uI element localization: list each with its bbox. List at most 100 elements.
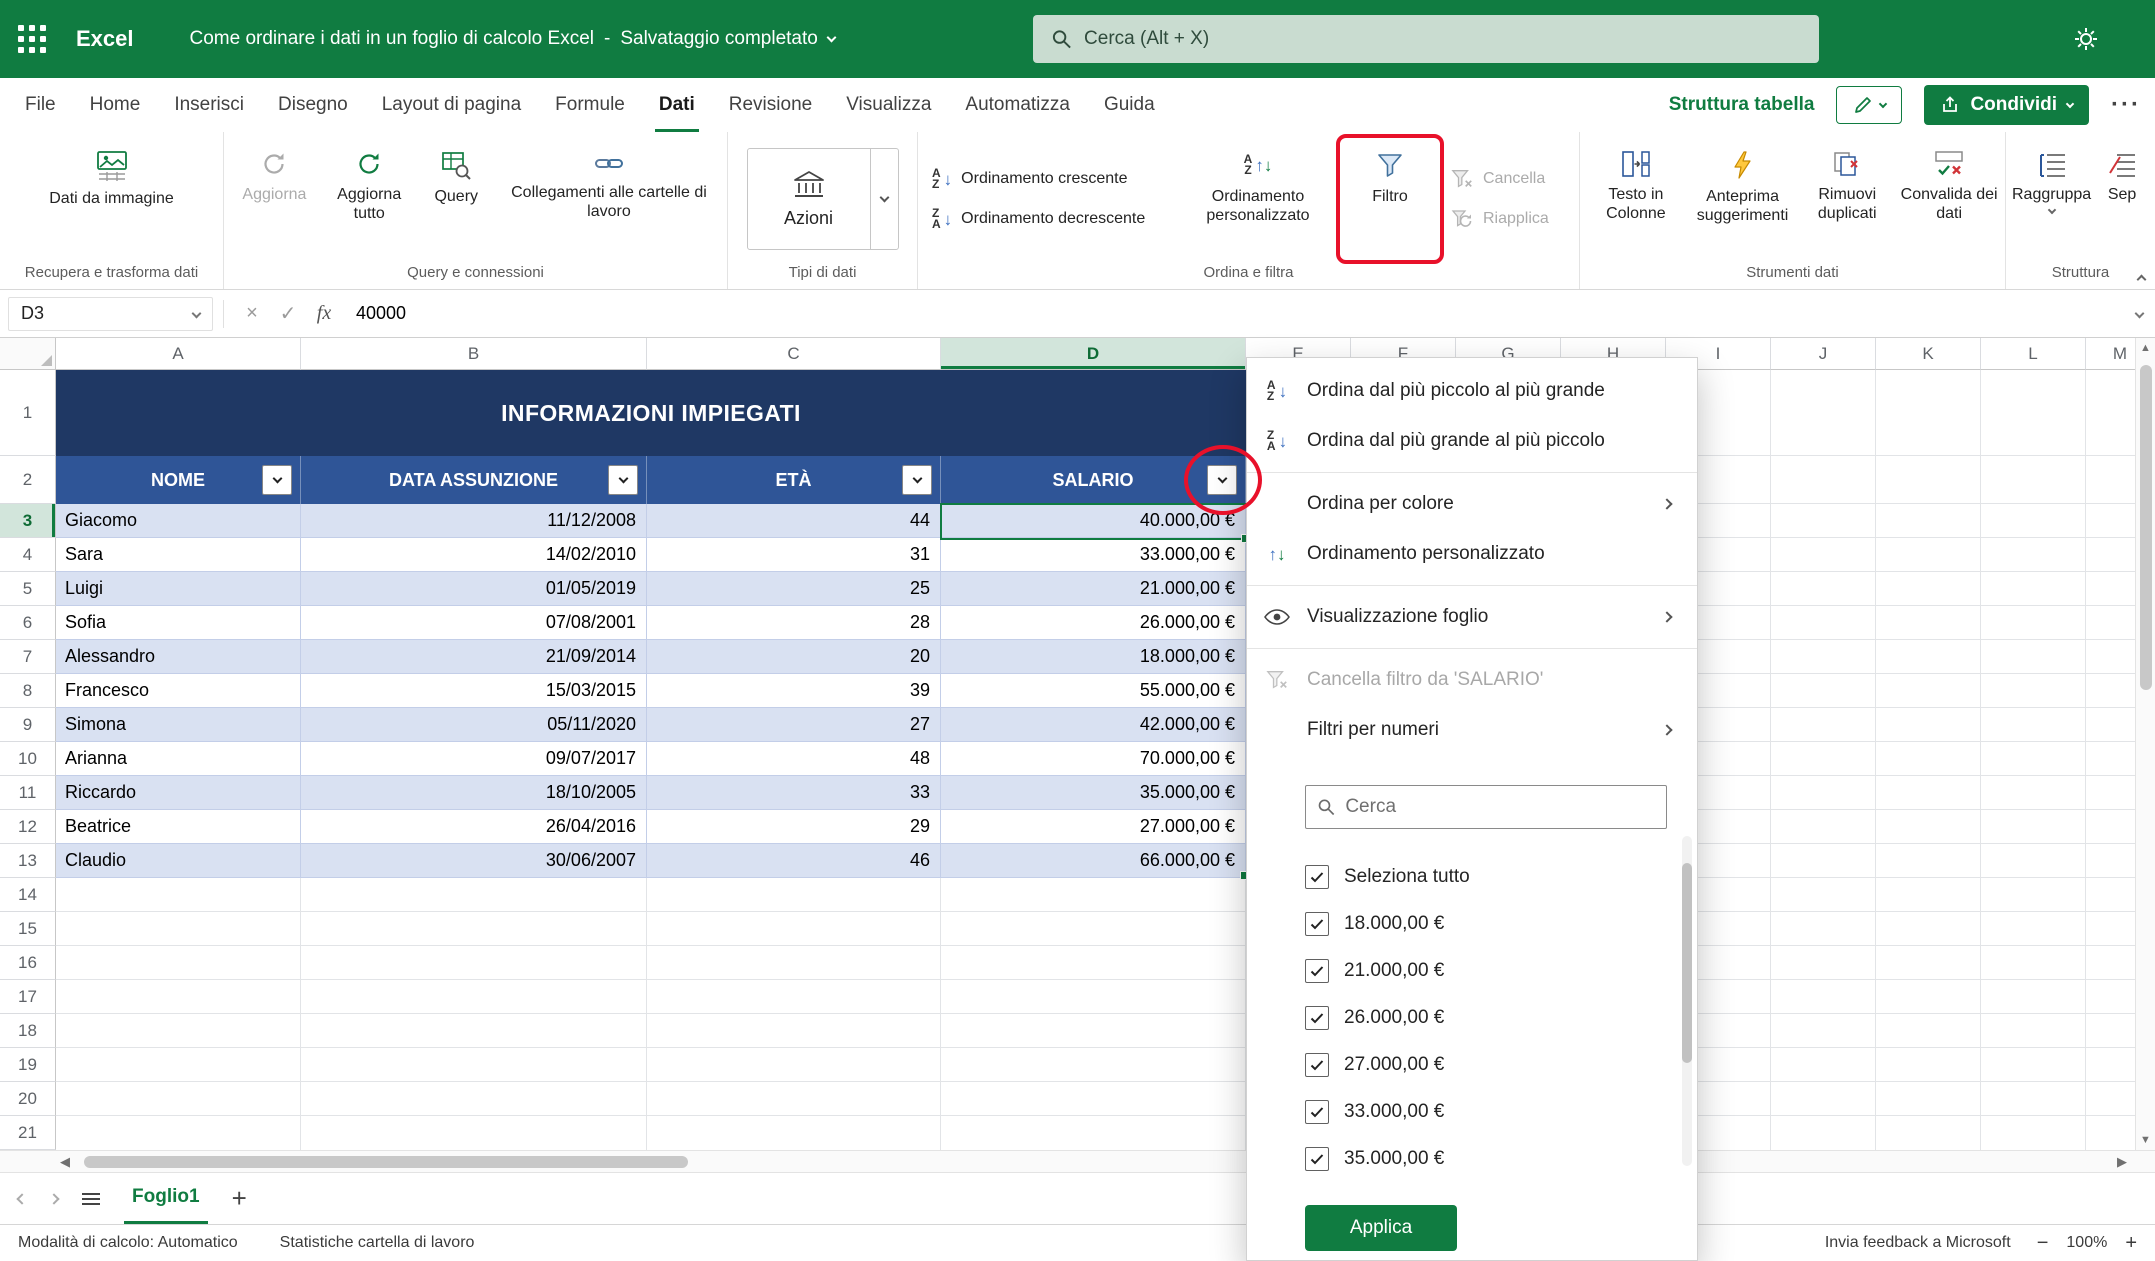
refresh-all-button[interactable]: Aggiorna tutto (323, 140, 416, 258)
column-header-c[interactable]: C (647, 338, 941, 370)
clear-filter-button[interactable]: Cancella (1442, 161, 1562, 197)
menu-item-sort-by-color[interactable]: Ordina per colore (1247, 479, 1697, 529)
tab-formule[interactable]: Formule (538, 78, 642, 132)
menu-item-sheet-view[interactable]: Visualizzazione foglio (1247, 592, 1697, 642)
row-header-1[interactable]: 1 (0, 370, 56, 456)
zoom-level[interactable]: 100% (2066, 1234, 2107, 1252)
tab-struttura-tabella[interactable]: Struttura tabella (1669, 94, 1815, 116)
filter-button[interactable]: Filtro (1336, 134, 1444, 264)
data-types-gallery[interactable]: Azioni (746, 148, 899, 250)
cell[interactable]: 35.000,00 € (941, 776, 1246, 810)
calc-mode-status[interactable]: Modalità di calcolo: Automatico (18, 1234, 238, 1252)
expand-formula-bar-icon[interactable] (2134, 308, 2145, 319)
cell[interactable]: 33 (647, 776, 941, 810)
share-button[interactable]: Condividi (1924, 85, 2090, 125)
search-input[interactable] (1084, 28, 1801, 50)
previous-sheet-icon[interactable] (16, 1192, 28, 1205)
horizontal-scroll-thumb[interactable] (84, 1156, 688, 1168)
row-header-17[interactable]: 17 (0, 980, 56, 1014)
actions-data-type[interactable]: Azioni (748, 149, 870, 249)
filter-checkbox-item[interactable]: 33.000,00 € (1305, 1088, 1697, 1135)
cell[interactable]: 09/07/2017 (301, 742, 647, 776)
cell[interactable]: 01/05/2019 (301, 572, 647, 606)
cell[interactable]: 30/06/2007 (301, 844, 647, 878)
row-header-16[interactable]: 16 (0, 946, 56, 980)
row-header-9[interactable]: 9 (0, 708, 56, 742)
save-status-chevron-icon[interactable] (826, 32, 837, 42)
reapply-filter-button[interactable]: Riapplica (1442, 201, 1562, 237)
cell[interactable]: 15/03/2015 (301, 674, 647, 708)
scroll-left-icon[interactable]: ◀ (60, 1154, 70, 1170)
data-from-image-button[interactable]: Dati da immagine (48, 140, 176, 258)
menu-item-number-filters[interactable]: Filtri per numeri (1247, 705, 1697, 755)
row-header-20[interactable]: 20 (0, 1082, 56, 1116)
data-validation-button[interactable]: Convalida dei dati (1899, 140, 1999, 258)
horizontal-scrollbar[interactable]: ◀ ▶ (0, 1150, 2155, 1172)
row-header-5[interactable]: 5 (0, 572, 56, 606)
cell[interactable]: 31 (647, 538, 941, 572)
scroll-right-icon[interactable]: ▶ (2117, 1154, 2127, 1170)
tab-inserisci[interactable]: Inserisci (157, 78, 261, 132)
row-header-12[interactable]: 12 (0, 810, 56, 844)
row-header-6[interactable]: 6 (0, 606, 56, 640)
filter-button-nome[interactable] (262, 465, 292, 495)
row-header-4[interactable]: 4 (0, 538, 56, 572)
refresh-button[interactable]: Aggiorna (230, 140, 319, 258)
cell[interactable]: 33.000,00 € (941, 538, 1246, 572)
cell[interactable]: 18/10/2005 (301, 776, 647, 810)
checkbox-icon[interactable] (1305, 911, 1329, 936)
send-feedback-link[interactable]: Invia feedback a Microsoft (1825, 1234, 2011, 1252)
row-header-15[interactable]: 15 (0, 912, 56, 946)
ribbon-more-button[interactable]: ··· (2111, 91, 2141, 119)
cell[interactable]: Simona (56, 708, 301, 742)
cell[interactable]: 27 (647, 708, 941, 742)
row-header-3[interactable]: 3 (0, 504, 56, 538)
remove-duplicates-button[interactable]: Rimuovi duplicati (1799, 140, 1895, 258)
filter-search-input[interactable] (1345, 796, 1655, 818)
tab-file[interactable]: File (8, 78, 73, 132)
sheet-tab-foglio1[interactable]: Foglio1 (124, 1173, 208, 1224)
cell[interactable]: Luigi (56, 572, 301, 606)
tab-home[interactable]: Home (73, 78, 158, 132)
add-sheet-button[interactable]: + (232, 1183, 247, 1214)
query-button[interactable]: Query (420, 140, 493, 258)
flash-fill-button[interactable]: Anteprima suggerimenti (1690, 140, 1796, 258)
zoom-in-button[interactable]: + (2125, 1232, 2137, 1255)
menu-item-sort-largest-smallest[interactable]: Z A ↓ Ordina dal più grande al più piccolo (1247, 416, 1697, 466)
cell[interactable]: 70.000,00 € (941, 742, 1246, 776)
row-header-10[interactable]: 10 (0, 742, 56, 776)
checkbox-icon[interactable] (1305, 1146, 1329, 1171)
cell[interactable]: 44 (647, 504, 941, 538)
cell[interactable]: 21.000,00 € (941, 572, 1246, 606)
app-launcher-icon[interactable] (18, 25, 46, 53)
row-header-8[interactable]: 8 (0, 674, 56, 708)
cell[interactable]: Beatrice (56, 810, 301, 844)
tab-guida[interactable]: Guida (1087, 78, 1172, 132)
ungroup-button[interactable]: Sep (2095, 140, 2149, 258)
document-title[interactable]: Come ordinare i dati in un foglio di cal… (190, 28, 595, 50)
sort-descending-button[interactable]: Z A ↓ Ordinamento decrescente (924, 201, 1174, 237)
cell[interactable]: Alessandro (56, 640, 301, 674)
scroll-up-icon[interactable]: ▲ (2136, 342, 2155, 354)
filter-checkbox-item[interactable]: 21.000,00 € (1305, 947, 1697, 994)
vertical-scroll-thumb[interactable] (2140, 365, 2152, 690)
column-header-j[interactable]: J (1771, 338, 1876, 370)
filter-checkbox-item[interactable]: 18.000,00 € (1305, 900, 1697, 947)
cancel-entry-icon[interactable]: × (234, 302, 270, 325)
cell[interactable]: Giacomo (56, 504, 301, 538)
workbook-statistics[interactable]: Statistiche cartella di lavoro (280, 1234, 475, 1252)
vertical-scrollbar[interactable]: ▲ ▼ (2135, 338, 2155, 1150)
menu-item-clear-filter[interactable]: Cancella filtro da 'SALARIO' (1247, 655, 1697, 705)
filter-checkbox-item[interactable]: 26.000,00 € (1305, 994, 1697, 1041)
tab-dati[interactable]: Dati (642, 78, 712, 132)
chevron-down-icon[interactable] (191, 308, 202, 319)
filter-button-età[interactable] (902, 465, 932, 495)
filter-checkbox-item[interactable]: 35.000,00 € (1305, 1135, 1697, 1182)
cell[interactable]: 07/08/2001 (301, 606, 647, 640)
cell[interactable]: 48 (647, 742, 941, 776)
filter-list-scroll-thumb[interactable] (1682, 863, 1692, 1063)
column-header-k[interactable]: K (1876, 338, 1981, 370)
cell[interactable]: Sara (56, 538, 301, 572)
menu-item-sort-smallest-largest[interactable]: A Z ↓ Ordina dal più piccolo al più grande (1247, 366, 1697, 416)
filter-button-salario[interactable] (1207, 465, 1237, 495)
